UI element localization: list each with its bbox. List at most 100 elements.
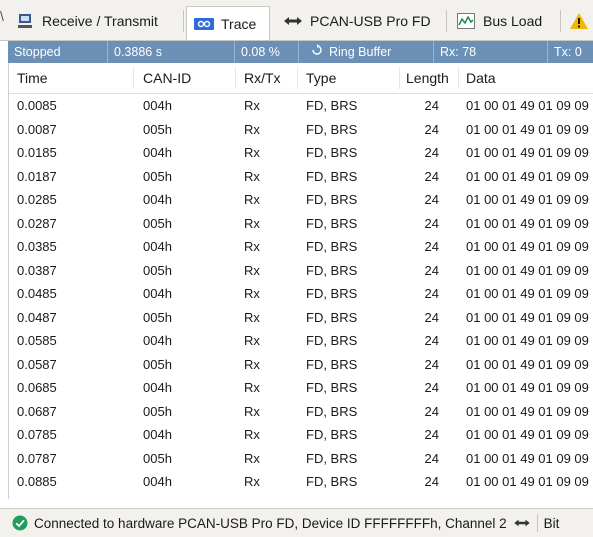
row-length: 24 [424,333,439,348]
row-can-id: 004h [143,474,172,489]
trace-table: Time CAN-ID Rx/Tx Type Length Data 0.008… [8,63,593,499]
row-rx-tx: Rx [244,474,260,489]
row-can-id: 004h [143,239,172,254]
table-row[interactable]: 0.0287 005h Rx FD, BRS 24 01 00 01 49 01 09 0… [9,212,593,236]
table-row[interactable]: 0.0487 005h Rx FD, BRS 24 01 00 01 49 01 09 0… [9,306,593,330]
window-edge-glyph: \ [0,8,4,24]
trace-status-strip: Stopped 0.3886 s 0.08 % Ring Buffer Rx: … [8,41,593,63]
row-can-id: 004h [143,286,172,301]
tab-label: Receive / Transmit [42,13,158,29]
table-row[interactable]: 0.0385 004h Rx FD, BRS 24 01 00 01 49 01 09 0… [9,235,593,259]
column-divider[interactable] [458,67,459,89]
row-type: FD, BRS [306,145,358,160]
tab-bus-load[interactable]: Bus Load [455,6,542,36]
trace-icon [193,15,215,33]
table-row[interactable]: 0.0185 004h Rx FD, BRS 24 01 00 01 49 01 09 0… [9,141,593,165]
ring-buffer-toggle[interactable]: Ring Buffer [299,41,434,63]
column-header-can-id[interactable]: CAN-ID [143,63,191,93]
column-header-data[interactable]: Data [466,63,496,93]
column-header-rx-tx[interactable]: Rx/Tx [244,63,281,93]
row-rx-tx: Rx [244,145,260,160]
table-row[interactable]: 0.0087 005h Rx FD, BRS 24 01 00 01 49 01 09 0… [9,118,593,142]
row-length: 24 [424,427,439,442]
row-length: 24 [424,192,439,207]
tab-trace[interactable]: Trace [186,6,270,40]
table-row[interactable]: 0.0585 004h Rx FD, BRS 24 01 00 01 49 01 09 0… [9,329,593,353]
row-time: 0.0285 [17,192,57,207]
row-can-id: 005h [143,262,172,278]
row-can-id: 004h [143,98,172,113]
row-data: 01 00 01 49 01 09 09 [466,98,589,113]
tab-label: Trace [221,15,257,32]
row-time: 0.0087 [17,121,57,137]
tx-count: Tx: 0 [554,45,582,59]
row-length: 24 [424,474,439,489]
row-length: 24 [424,380,439,395]
table-row[interactable]: 0.0787 005h Rx FD, BRS 24 01 00 01 49 01 09 0… [9,447,593,471]
row-time: 0.0387 [17,262,57,278]
column-divider[interactable] [297,67,298,89]
tab-receive-transmit[interactable]: Receive / Transmit [14,6,158,36]
row-data: 01 00 01 49 01 09 09 [466,356,589,372]
table-row[interactable]: 0.0085 004h Rx FD, BRS 24 01 00 01 49 01 09 0… [9,94,593,118]
table-row[interactable]: 0.0785 004h Rx FD, BRS 24 01 00 01 49 01 09 0… [9,423,593,447]
row-rx-tx: Rx [244,168,260,184]
row-time: 0.0685 [17,380,57,395]
row-data: 01 00 01 49 01 09 09 [466,215,589,231]
row-data: 01 00 01 49 01 09 09 [466,450,589,466]
tab-separator [183,10,184,32]
row-can-id: 005h [143,356,172,372]
row-rx-tx: Rx [244,215,260,231]
row-time: 0.0885 [17,474,57,489]
row-can-id: 004h [143,427,172,442]
table-row[interactable]: 0.0685 004h Rx FD, BRS 24 01 00 01 49 01 09 0… [9,376,593,400]
bus-load-icon [455,12,477,30]
row-time: 0.0585 [17,333,57,348]
table-row[interactable]: 0.0885 004h Rx FD, BRS 24 01 00 01 49 01 09 0… [9,470,593,494]
row-length: 24 [424,356,439,372]
table-row[interactable]: 0.0587 005h Rx FD, BRS 24 01 00 01 49 01 09 0… [9,353,593,377]
column-header-type[interactable]: Type [306,63,336,93]
row-time: 0.0185 [17,145,57,160]
table-row[interactable]: 0.0387 005h Rx FD, BRS 24 01 00 01 49 01 09 0… [9,259,593,283]
column-header-length[interactable]: Length [406,63,449,93]
row-rx-tx: Rx [244,450,260,466]
row-type: FD, BRS [306,474,358,489]
row-time: 0.0785 [17,427,57,442]
bit-rate-label: Bit [543,515,560,531]
table-row[interactable]: 0.0285 004h Rx FD, BRS 24 01 00 01 49 01 09 0… [9,188,593,212]
table-row[interactable]: 0.0687 005h Rx FD, BRS 24 01 00 01 49 01 09 0… [9,400,593,424]
row-rx-tx: Rx [244,403,260,419]
row-data: 01 00 01 49 01 09 09 [466,333,589,348]
row-time: 0.0587 [17,356,57,372]
row-data: 01 00 01 49 01 09 09 [466,309,589,325]
row-rx-tx: Rx [244,239,260,254]
column-divider[interactable] [133,67,134,89]
tab-separator [560,10,561,32]
row-can-id: 005h [143,121,172,137]
row-data: 01 00 01 49 01 09 09 [466,145,589,160]
row-length: 24 [424,98,439,113]
buffer-usage: 0.08 % [235,41,299,63]
receive-transmit-icon [14,12,36,30]
tab-pcan-usb-pro-fd[interactable]: PCAN-USB Pro FD [282,6,431,36]
warning-icon [568,12,590,30]
connection-arrows-icon[interactable] [513,517,531,529]
column-divider[interactable] [399,67,400,89]
row-type: FD, BRS [306,333,358,348]
row-can-id: 004h [143,145,172,160]
row-length: 24 [424,450,439,466]
rx-count: Rx: 78 [434,41,548,63]
column-header-time[interactable]: Time [17,63,48,93]
row-type: FD, BRS [306,168,358,184]
row-can-id: 005h [143,215,172,231]
row-data: 01 00 01 49 01 09 09 [466,121,589,137]
table-row[interactable]: 0.0485 004h Rx FD, BRS 24 01 00 01 49 01 09 0… [9,282,593,306]
row-rx-tx: Rx [244,333,260,348]
column-divider[interactable] [235,67,236,89]
row-data: 01 00 01 49 01 09 09 [466,403,589,419]
tab-warning[interactable] [568,6,593,36]
row-time: 0.0687 [17,403,57,419]
row-rx-tx: Rx [244,427,260,442]
table-row[interactable]: 0.0187 005h Rx FD, BRS 24 01 00 01 49 01 09 0… [9,165,593,189]
